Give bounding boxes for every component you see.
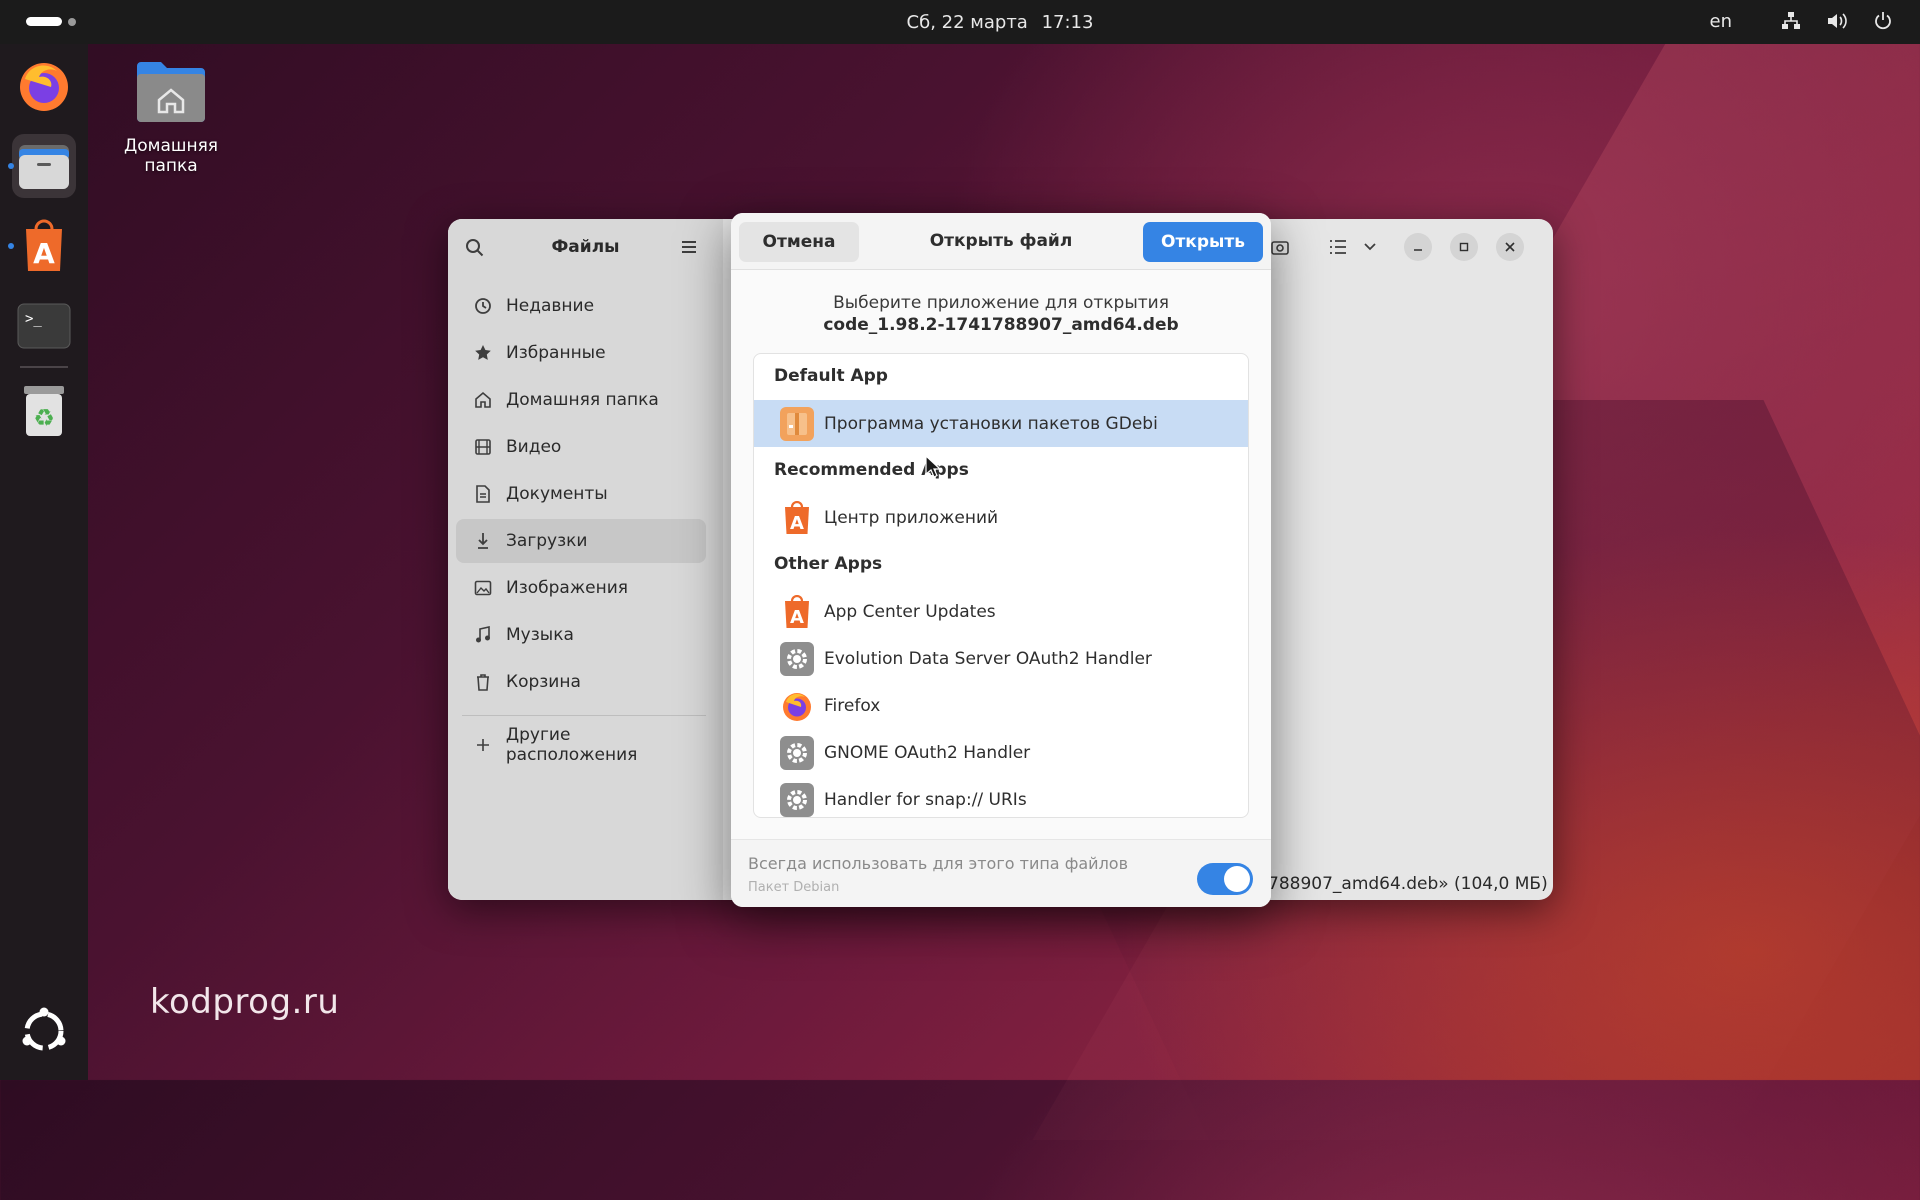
- cancel-button[interactable]: Отмена: [739, 222, 859, 262]
- files-icon: [19, 145, 69, 189]
- desktop-home-label: Домашняя папка: [123, 136, 219, 176]
- app-center-icon: A: [26, 219, 62, 271]
- open-button[interactable]: Открыть: [1143, 222, 1263, 262]
- running-indicator: [8, 163, 14, 169]
- app-row-app-center-updates[interactable]: A App Center Updates: [754, 588, 1248, 635]
- svg-text:>_: >_: [25, 311, 42, 327]
- trash-icon: ♻: [24, 386, 64, 436]
- app-row-label: Центр приложений: [824, 507, 999, 528]
- dock-terminal[interactable]: >_: [12, 294, 76, 358]
- dock-show-apps[interactable]: [12, 999, 76, 1063]
- app-row-gdebi[interactable]: Программа установки пакетов GDebi: [754, 400, 1248, 447]
- keyboard-layout-indicator[interactable]: en: [1710, 11, 1732, 32]
- app-row-label: Программа установки пакетов GDebi: [824, 413, 1158, 434]
- app-center-icon: A: [780, 594, 814, 629]
- dock-firefox[interactable]: [12, 54, 76, 118]
- file-type-label: Пакет Debian: [748, 880, 840, 895]
- app-row-label: Evolution Data Server OAuth2 Handler: [824, 648, 1152, 669]
- always-use-label: Всегда использовать для этого типа файло…: [748, 854, 1129, 873]
- running-indicator: [8, 243, 14, 249]
- open-with-dialog: Отмена Открыть файл Открыть Выберите при…: [731, 213, 1271, 907]
- home-folder-icon: [137, 62, 205, 122]
- gear-icon: [780, 641, 814, 676]
- dock: A >_ ♻: [0, 44, 88, 1080]
- ubuntu-apps-grid-icon: [22, 1007, 66, 1051]
- dock-files[interactable]: [8, 134, 76, 198]
- top-bar: Сб, 22 марта 17:13 en: [0, 0, 1920, 44]
- system-tray[interactable]: en: [1710, 10, 1894, 32]
- gdebi-icon: [780, 406, 814, 441]
- app-row-snap-handler[interactable]: Handler for snap:// URIs: [754, 776, 1248, 817]
- svg-text:♻: ♻: [33, 404, 55, 432]
- svg-text:A: A: [33, 237, 55, 270]
- app-row-label: GNOME OAuth2 Handler: [824, 742, 1031, 763]
- dock-separator: [20, 366, 68, 368]
- clock-time: 17:13: [1041, 12, 1094, 33]
- toggle-knob: [1224, 866, 1250, 892]
- watermark: kodprog.ru: [150, 982, 340, 1022]
- gear-icon: [780, 782, 814, 817]
- network-icon[interactable]: [1780, 10, 1802, 32]
- terminal-icon: >_: [17, 303, 71, 349]
- app-center-icon: A: [780, 500, 814, 535]
- desktop-home-folder[interactable]: Домашняя папка: [96, 58, 246, 176]
- clock-date: Сб, 22 марта: [906, 12, 1028, 33]
- svg-text:A: A: [790, 513, 804, 534]
- app-row-firefox[interactable]: Firefox: [754, 682, 1248, 729]
- volume-icon[interactable]: [1826, 10, 1848, 32]
- app-row-label: Handler for snap:// URIs: [824, 789, 1027, 810]
- firefox-icon: [20, 63, 68, 111]
- app-list: Default App Программа установки пакетов …: [753, 353, 1249, 818]
- power-icon[interactable]: [1872, 10, 1894, 32]
- firefox-icon: [780, 689, 814, 723]
- app-row-label: App Center Updates: [824, 601, 996, 622]
- group-other-apps: Other Apps: [774, 554, 883, 574]
- dialog-header: Отмена Открыть файл Открыть: [731, 213, 1271, 270]
- app-row-evolution-oauth2[interactable]: Evolution Data Server OAuth2 Handler: [754, 635, 1248, 682]
- dock-trash[interactable]: ♻: [12, 378, 76, 442]
- clock[interactable]: Сб, 22 марта 17:13: [0, 12, 1920, 33]
- dock-app-center[interactable]: A: [8, 214, 76, 278]
- dialog-filename: code_1.98.2-1741788907_amd64.deb: [823, 315, 1179, 335]
- gear-icon: [780, 735, 814, 770]
- dialog-footer: Всегда использовать для этого типа файло…: [731, 839, 1271, 907]
- mouse-pointer-icon: [925, 455, 941, 478]
- group-default-app: Default App: [774, 366, 888, 386]
- svg-text:A: A: [790, 607, 804, 628]
- app-row-label: Firefox: [824, 695, 881, 716]
- app-row-app-center[interactable]: A Центр приложений: [754, 494, 1248, 541]
- always-use-toggle[interactable]: [1197, 863, 1253, 895]
- app-row-gnome-oauth2[interactable]: GNOME OAuth2 Handler: [754, 729, 1248, 776]
- dialog-prompt: Выберите приложение для открытия: [833, 293, 1169, 313]
